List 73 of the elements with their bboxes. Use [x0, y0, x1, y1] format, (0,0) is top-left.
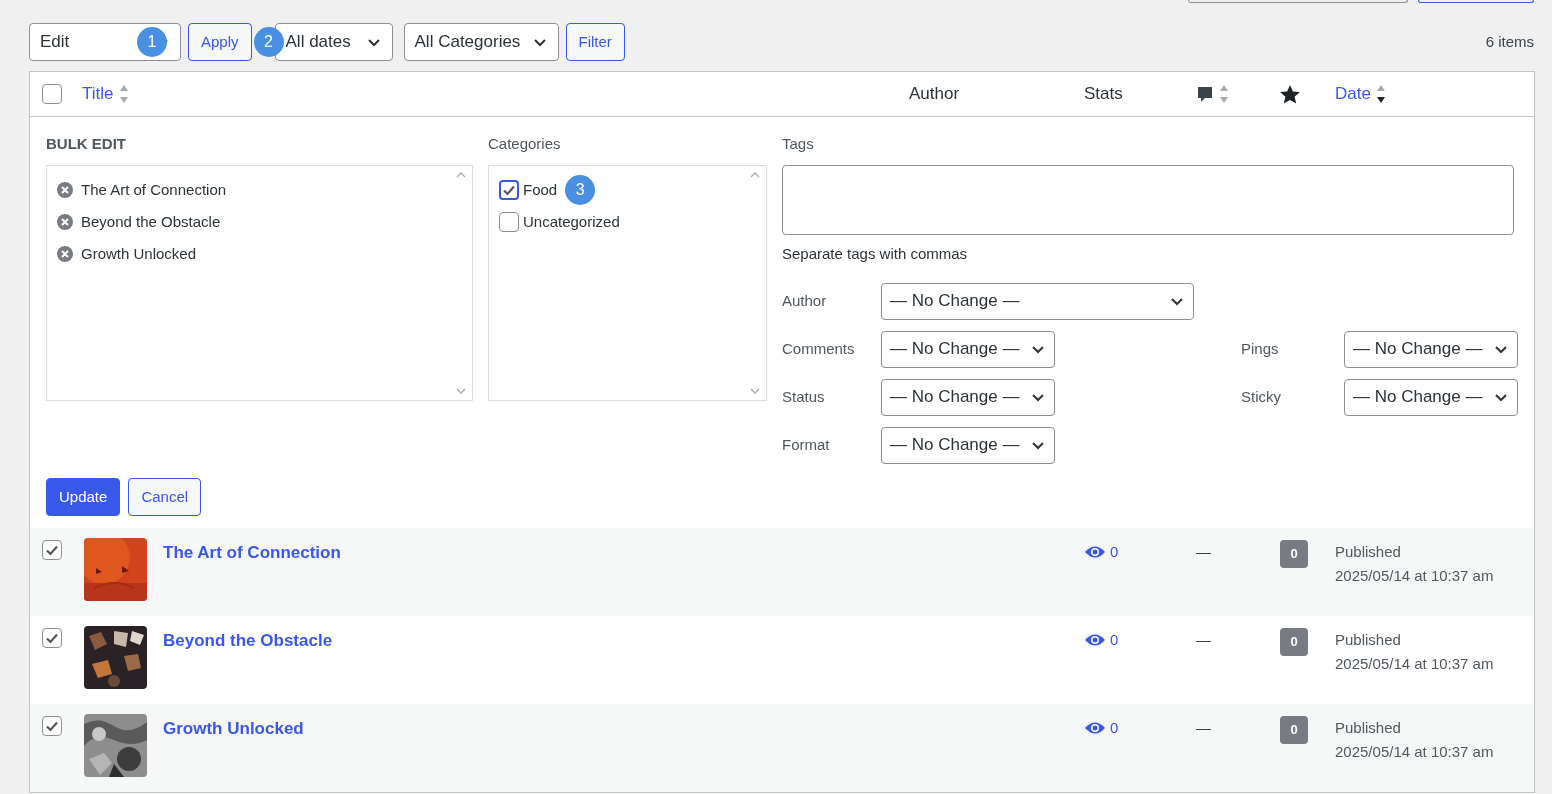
post-date: 2025/05/14 at 10:37 am: [1335, 742, 1495, 762]
scroll-up-icon: [750, 170, 760, 178]
dropdown[interactable]: — No Change —: [1344, 378, 1518, 416]
field-label: Sticky: [1241, 386, 1282, 407]
scroll-up-icon: [456, 170, 466, 178]
count-badge: 0: [1280, 628, 1308, 656]
dropdown[interactable]: All Categories: [403, 23, 559, 61]
dropdown[interactable]: — No Change —: [881, 282, 1194, 320]
help-text: Separate tags with commas: [782, 244, 969, 264]
step-marker: 3: [565, 175, 596, 205]
search-button[interactable]: [1418, 0, 1534, 3]
checkbox[interactable]: [42, 84, 62, 104]
checkbox[interactable]: [42, 716, 62, 736]
section-label: Categories: [488, 134, 562, 153]
dropdown[interactable]: — No Change —: [881, 330, 1055, 368]
dropdown[interactable]: — No Change —: [881, 426, 1055, 464]
count-badge: 0: [1280, 716, 1308, 744]
scroll-down-icon: [456, 388, 466, 396]
update-button[interactable]: Update: [46, 478, 121, 516]
field-label: Pings: [1241, 338, 1280, 359]
search-field[interactable]: [1188, 0, 1408, 3]
eye-icon: [1084, 720, 1106, 736]
dropdown[interactable]: All dates: [274, 23, 393, 61]
post-title: The Art of Connection: [81, 179, 227, 200]
column-header-link[interactable]: Title: [82, 81, 114, 107]
section-heading: BULK EDIT: [46, 134, 127, 153]
remove-icon[interactable]: [57, 246, 73, 262]
comment-count: —: [1196, 719, 1211, 736]
eye-icon: [1084, 544, 1106, 560]
post-title-link[interactable]: Beyond the Obstacle: [163, 628, 333, 654]
filter-button[interactable]: Filter: [565, 23, 625, 61]
view-count[interactable]: 0: [1110, 540, 1119, 564]
remove-icon[interactable]: [57, 182, 73, 198]
remove-icon[interactable]: [57, 214, 73, 230]
count-badge: 0: [1280, 540, 1308, 568]
checkbox[interactable]: [42, 628, 62, 648]
field-label: Comments: [782, 338, 856, 359]
dropdown[interactable]: — No Change —: [881, 378, 1055, 416]
post-status: Published: [1335, 718, 1402, 738]
post-date: 2025/05/14 at 10:37 am: [1335, 566, 1495, 586]
post-title: Growth Unlocked: [81, 243, 197, 264]
post-title-link[interactable]: The Art of Connection: [163, 540, 341, 566]
checkbox[interactable]: [499, 212, 519, 232]
dropdown[interactable]: — No Change —: [1344, 330, 1518, 368]
post-status: Published: [1335, 542, 1402, 562]
column-header: Stats: [1084, 83, 1123, 106]
comment-count: —: [1196, 543, 1211, 560]
view-count[interactable]: 0: [1110, 716, 1119, 740]
scroll-down-icon: [750, 388, 760, 396]
post-title-link[interactable]: Growth Unlocked: [163, 716, 304, 742]
comment-icon: [1196, 84, 1214, 104]
tags-field[interactable]: [782, 165, 1514, 235]
category-label[interactable]: Uncategorized: [523, 210, 620, 234]
checkbox[interactable]: [499, 180, 519, 200]
post-date: 2025/05/14 at 10:37 am: [1335, 654, 1495, 674]
eye-icon: [1084, 632, 1106, 648]
apply-button[interactable]: Apply: [188, 23, 252, 61]
item-count: 6 items: [1485, 31, 1534, 52]
comment-count: —: [1196, 631, 1211, 648]
cancel-button[interactable]: Cancel: [128, 478, 202, 516]
column-header: Author: [909, 83, 960, 106]
post-status: Published: [1335, 630, 1402, 650]
field-label: Format: [782, 434, 831, 455]
star-icon: [1279, 83, 1301, 105]
category-label[interactable]: Food: [523, 178, 558, 202]
column-header-link[interactable]: Date: [1335, 81, 1371, 107]
section-label: Tags: [782, 134, 815, 153]
field-label: Status: [782, 386, 826, 407]
field-label: Author: [782, 290, 828, 311]
checkbox[interactable]: [42, 540, 62, 560]
post-title: Beyond the Obstacle: [81, 211, 221, 232]
view-count[interactable]: 0: [1110, 628, 1119, 652]
step-marker: 2: [253, 27, 284, 57]
